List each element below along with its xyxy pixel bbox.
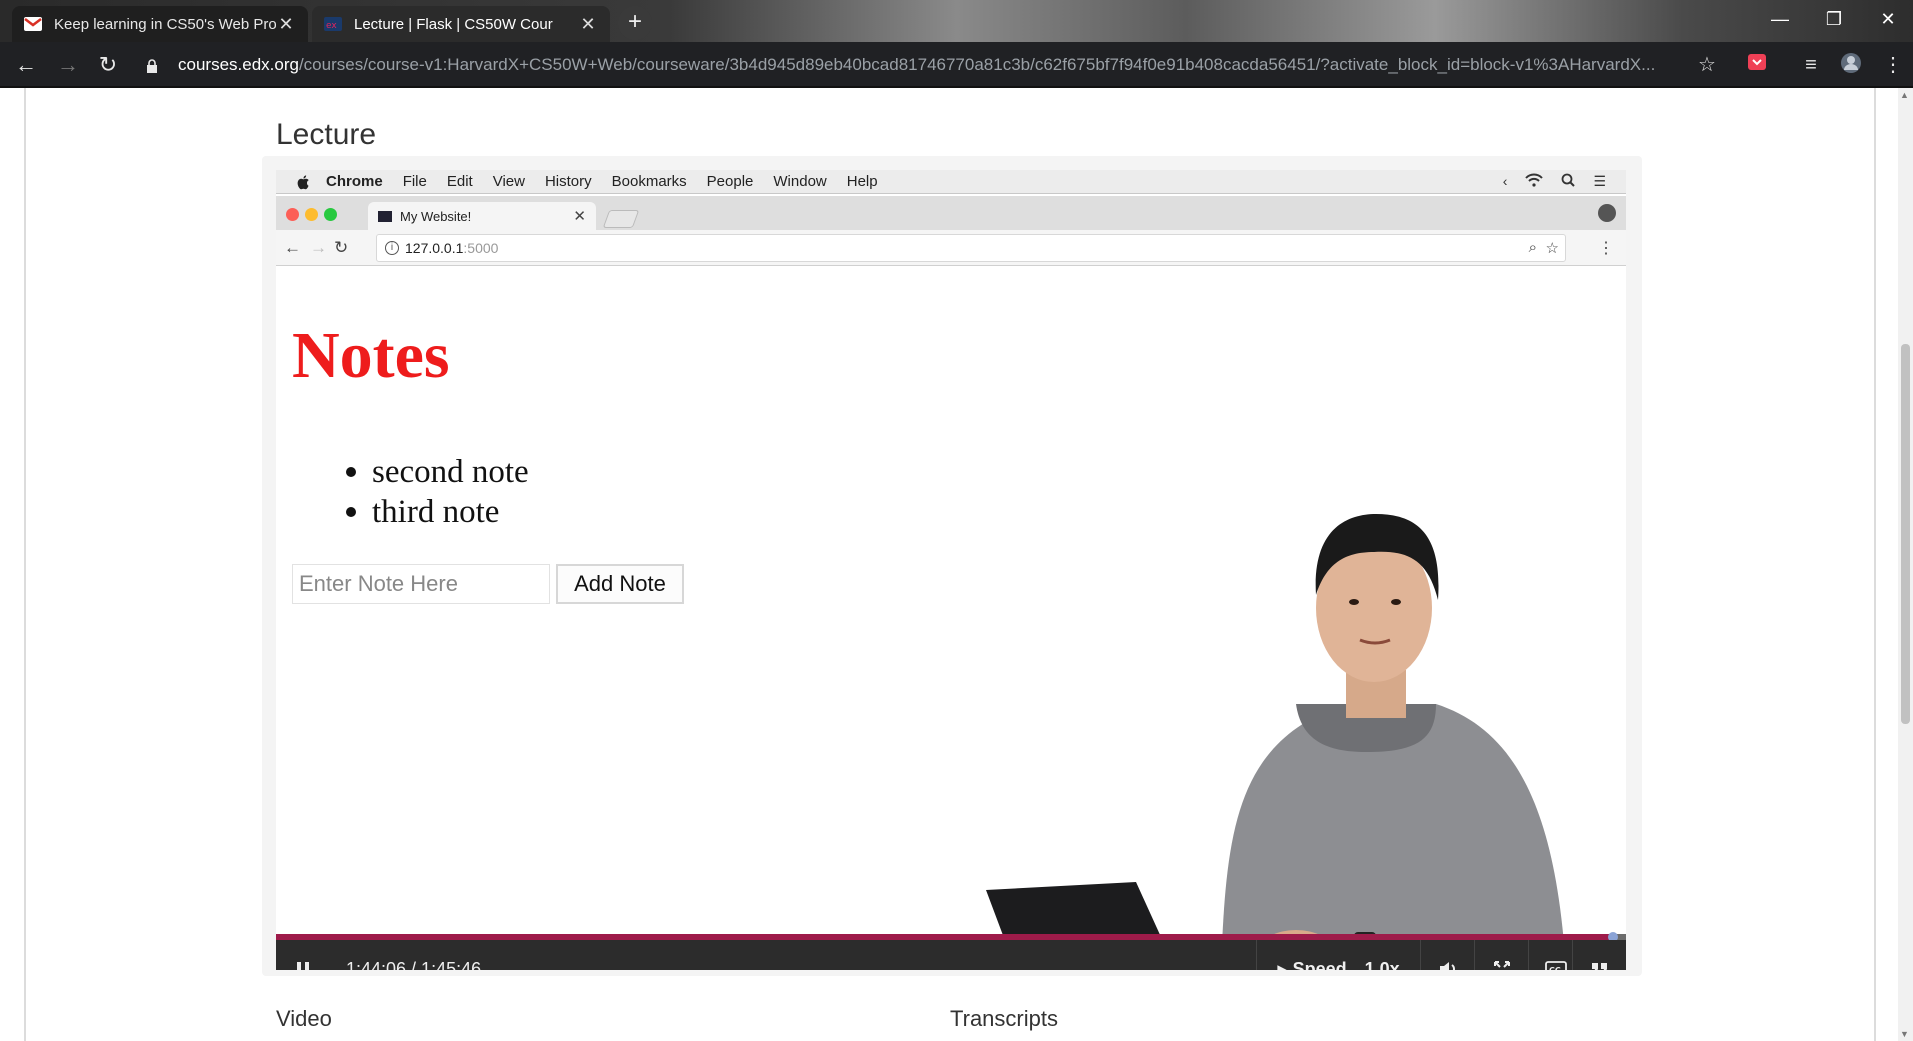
mac-menu-people: People [706, 173, 754, 190]
close-tab-icon[interactable]: ✕ [578, 14, 598, 35]
minimize-icon[interactable]: — [1752, 0, 1808, 38]
video-player[interactable]: Chrome File Edit View History Bookmarks … [276, 170, 1626, 970]
section-title: Lecture [276, 118, 377, 151]
inner-url-port: :5000 [463, 240, 499, 256]
terminal-favicon-icon [378, 210, 392, 222]
url-path: /courses/course-v1:HarvardX+CS50W+Web/co… [298, 55, 1656, 74]
gmail-icon [24, 17, 42, 31]
speed-label: Speed [1292, 958, 1347, 971]
mac-status-icons: ‹ ☰ [1503, 173, 1606, 190]
notes-heading: Notes [292, 319, 450, 392]
close-window-icon[interactable]: ✕ [1860, 0, 1913, 38]
page-content: ▲ ▼ Lecture Chrome File Edit View Histor… [0, 88, 1913, 1041]
inner-star-icon: ☆ [1545, 240, 1559, 257]
address-bar[interactable]: courses.edx.org/courses/course-v1:Harvar… [146, 48, 1686, 82]
mac-menu-window: Window [773, 173, 827, 190]
quote-icon [1591, 963, 1607, 970]
svg-text:ex: ex [326, 21, 337, 31]
notification-list-icon: ☰ [1593, 173, 1606, 189]
wifi-icon [1525, 173, 1544, 190]
tab-title: Keep learning in CS50's Web Pro [54, 15, 276, 33]
edx-icon: ex [324, 17, 342, 31]
mac-menu-view: View [492, 173, 525, 190]
new-tab-button[interactable]: + [618, 6, 652, 40]
mac-menu-chrome: Chrome [326, 173, 383, 190]
back-icon[interactable]: ← [10, 49, 42, 81]
inner-tab-my-website: My Website! ✕ [368, 202, 596, 230]
inner-profile-icon [1598, 204, 1616, 222]
pause-icon [297, 962, 309, 970]
mac-menu-file: File [402, 173, 427, 190]
close-dot-icon [286, 208, 299, 221]
bookmark-star-icon[interactable]: ☆ [1694, 52, 1720, 78]
scroll-down-icon[interactable]: ▼ [1900, 1029, 1909, 1039]
inner-new-tab-icon [602, 210, 640, 228]
close-tab-icon[interactable]: ✕ [276, 14, 296, 35]
add-note-button: Add Note [556, 564, 684, 604]
transcripts-section-title: Transcripts [950, 1006, 1058, 1031]
url-host: courses.edx.org [178, 55, 299, 74]
transcript-toggle-button[interactable] [1572, 940, 1626, 970]
speed-button[interactable]: ▶ Speed 1.0x [1256, 940, 1420, 970]
close-icon: ✕ [573, 208, 586, 225]
fullscreen-icon [1493, 961, 1510, 968]
pocket-extension-icon[interactable] [1744, 52, 1770, 78]
inner-menu-icon: ⋮ [1598, 240, 1614, 257]
tab-gmail[interactable]: Keep learning in CS50's Web Pro ✕ [12, 6, 308, 42]
reload-icon[interactable]: ↻ [92, 49, 124, 81]
apple-logo-icon [296, 174, 312, 190]
volume-button[interactable] [1420, 940, 1474, 970]
scrollbar-thumb[interactable] [1901, 344, 1910, 724]
inner-url-host: 127.0.0.1 [405, 240, 464, 256]
chevron-left-icon: ‹ [1502, 173, 1508, 189]
tab-title: Lecture | Flask | CS50W Cour [354, 15, 553, 33]
fullscreen-button[interactable] [1474, 940, 1528, 970]
page-scrollbar[interactable]: ▲ ▼ [1898, 88, 1913, 1041]
mac-menu-help: Help [846, 173, 878, 190]
mac-menu-history: History [544, 173, 592, 190]
video-time: 1:44:06 / 1:45:46 [346, 959, 482, 970]
note-input [292, 564, 550, 604]
inner-browser-toolbar: ← → ↻ i 127.0.0.1:5000 ⌕ ☆ ⋮ [276, 230, 1626, 266]
mac-menu-edit: Edit [446, 173, 473, 190]
mac-menu-bookmarks: Bookmarks [611, 173, 687, 190]
inner-tab-title: My Website! [400, 208, 472, 224]
media-control-icon[interactable]: ≡ [1798, 52, 1824, 78]
inner-back-icon: ← [284, 238, 301, 257]
speed-value: 1.0x [1364, 958, 1400, 971]
zoom-dot-icon [324, 208, 337, 221]
caret-right-icon: ▶ [1277, 962, 1287, 970]
page-border-right [1874, 88, 1876, 1041]
cc-icon: CC [1544, 961, 1567, 970]
chrome-menu-icon[interactable]: ⋮ [1880, 52, 1906, 78]
video-controls: 1:44:06 / 1:45:46 ▶ Speed 1.0x CC [276, 940, 1626, 970]
restore-icon[interactable]: ❐ [1806, 0, 1862, 38]
mac-menu-bar: Chrome File Edit View History Bookmarks … [276, 170, 1626, 194]
spotlight-search-icon [1561, 173, 1576, 190]
inner-forward-icon: → [310, 238, 327, 257]
inner-reload-icon: ↻ [334, 238, 349, 257]
scroll-up-icon[interactable]: ▲ [1900, 90, 1909, 100]
inner-browser-tabstrip: My Website! ✕ [276, 196, 1626, 230]
browser-tab-strip: Keep learning in CS50's Web Pro ✕ ex Lec… [0, 0, 1913, 42]
page-border-left [24, 88, 26, 1041]
presenter-figure [986, 514, 1566, 970]
video-section-title: Video [276, 1006, 332, 1031]
profile-avatar[interactable] [1838, 52, 1864, 78]
notes-list: second note third note [372, 452, 529, 532]
tab-lecture[interactable]: ex Lecture | Flask | CS50W Cour ✕ [312, 6, 610, 42]
forward-icon[interactable]: → [52, 49, 84, 81]
info-icon: i [385, 241, 399, 255]
minimize-dot-icon [305, 208, 318, 221]
svg-text:CC: CC [1549, 966, 1561, 970]
inner-address-bar: i 127.0.0.1:5000 ⌕ ☆ [376, 234, 1566, 262]
note-item: second note [372, 452, 529, 492]
lock-icon [146, 58, 158, 73]
volume-icon [1439, 962, 1455, 970]
browser-toolbar: ← → ↻ courses.edx.org/courses/course-v1:… [0, 42, 1913, 88]
pause-button[interactable] [276, 940, 330, 970]
note-item: third note [372, 492, 529, 532]
inner-zoom-icon: ⌕ [1528, 239, 1537, 256]
